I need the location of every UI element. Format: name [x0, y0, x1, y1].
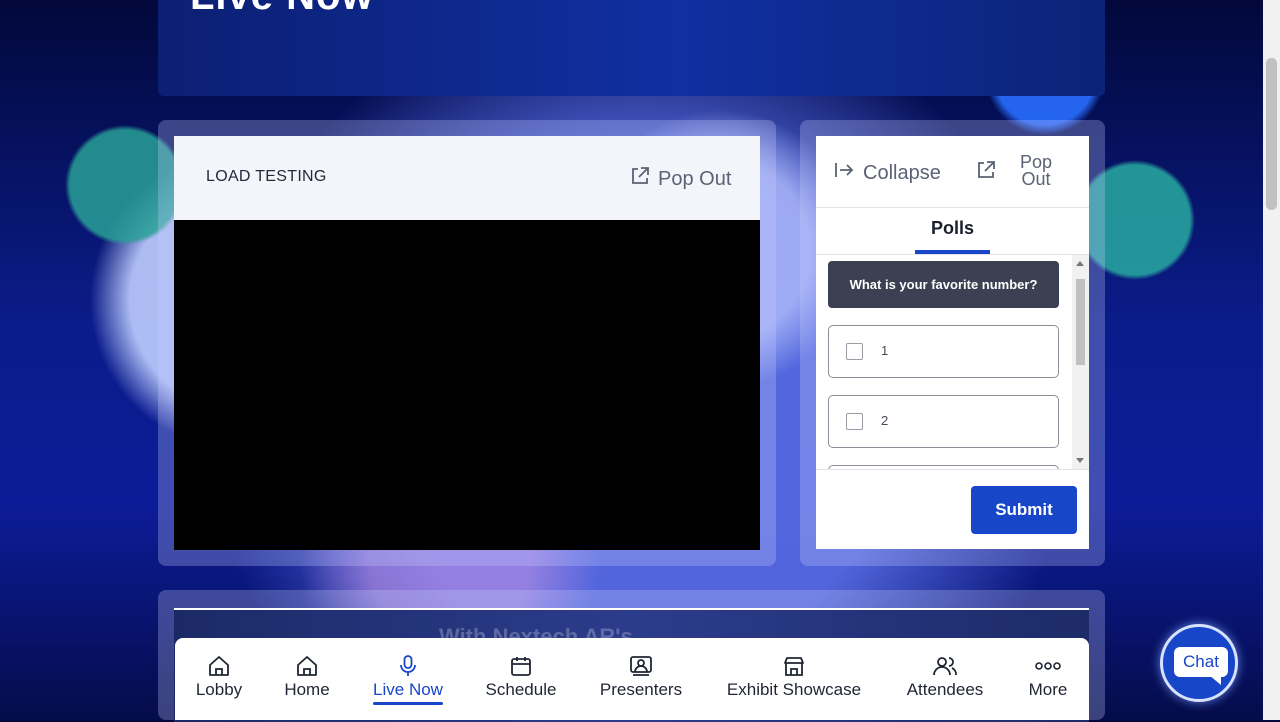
home-icon: [207, 654, 231, 678]
page-scrollbar-thumb[interactable]: [1266, 58, 1277, 210]
nav-home[interactable]: Home: [281, 638, 333, 720]
side-popout-line2: Out: [1021, 169, 1051, 189]
poll-option-label: 1: [881, 343, 889, 358]
side-panel: Collapse Pop Out Polls What is your favo…: [816, 136, 1089, 549]
poll-option[interactable]: 2: [828, 395, 1059, 448]
nav-label: Schedule: [485, 680, 557, 699]
submit-area: Submit: [816, 469, 1089, 549]
session-title: LOAD TESTING: [206, 168, 327, 185]
nav-label: Live Now: [373, 680, 443, 699]
more-dots-icon: [1035, 654, 1061, 678]
collapse-arrow-icon: [834, 160, 854, 186]
collapse-label: Collapse: [863, 161, 941, 184]
external-link-icon: [630, 166, 650, 192]
external-link-icon: [976, 160, 996, 183]
nav-schedule[interactable]: Schedule: [480, 638, 562, 720]
hero-banner: Live Now: [158, 0, 1105, 96]
submit-button[interactable]: Submit: [971, 486, 1077, 534]
bottom-nav: Lobby Home Live Now Schedule Presenters …: [175, 638, 1089, 720]
page-scrollbar[interactable]: [1263, 0, 1280, 720]
nav-label: Exhibit Showcase: [726, 680, 862, 699]
nav-lobby[interactable]: Lobby: [194, 638, 244, 720]
scroll-up-icon[interactable]: [1076, 261, 1084, 266]
video-player[interactable]: [174, 220, 760, 550]
home-icon: [295, 654, 319, 678]
checkbox-icon[interactable]: [846, 413, 863, 430]
scroll-down-icon[interactable]: [1076, 458, 1084, 463]
nav-more[interactable]: More: [1026, 638, 1070, 720]
poll-option[interactable]: 1: [828, 325, 1059, 378]
scrollbar-thumb[interactable]: [1076, 279, 1085, 365]
people-icon: [932, 654, 958, 678]
poll-option-label: 2: [881, 413, 889, 428]
side-popout-button[interactable]: Pop Out: [976, 153, 1052, 189]
hero-title: Live Now: [190, 0, 374, 19]
tab-polls[interactable]: Polls: [915, 208, 990, 254]
presenter-icon: [629, 654, 653, 678]
nav-label: Home: [284, 680, 330, 699]
checkbox-icon[interactable]: [846, 343, 863, 360]
nav-label: More: [1028, 680, 1068, 699]
active-tab-indicator: [373, 702, 443, 705]
nav-exhibit-showcase[interactable]: Exhibit Showcase: [723, 638, 865, 720]
poll-question: What is your favorite number?: [828, 261, 1059, 308]
nav-label: Lobby: [195, 680, 243, 699]
nav-live-now[interactable]: Live Now: [370, 638, 446, 720]
calendar-icon: [509, 654, 533, 678]
chat-button[interactable]: Chat: [1160, 624, 1238, 702]
side-panel-header: Collapse Pop Out: [816, 136, 1089, 208]
side-popout-label: Pop Out: [1020, 153, 1052, 189]
video-popout-button[interactable]: Pop Out: [630, 166, 731, 192]
video-header: LOAD TESTING Pop Out: [174, 136, 760, 220]
poll-list: What is your favorite number? 1 2: [816, 255, 1089, 469]
nav-label: Attendees: [906, 680, 984, 699]
microphone-icon: [396, 654, 420, 678]
poll-scrollbar[interactable]: [1072, 255, 1089, 469]
chat-bubble-tail-icon: [1209, 675, 1221, 685]
chat-label: Chat: [1174, 647, 1228, 677]
nav-presenters[interactable]: Presenters: [596, 638, 686, 720]
side-tabs: Polls: [816, 208, 1089, 255]
video-popout-label: Pop Out: [658, 167, 732, 190]
video-card: LOAD TESTING Pop Out: [174, 136, 760, 550]
nav-label: Presenters: [599, 680, 683, 699]
store-icon: [782, 654, 806, 678]
nav-attendees[interactable]: Attendees: [902, 638, 988, 720]
collapse-button[interactable]: Collapse: [834, 160, 941, 186]
